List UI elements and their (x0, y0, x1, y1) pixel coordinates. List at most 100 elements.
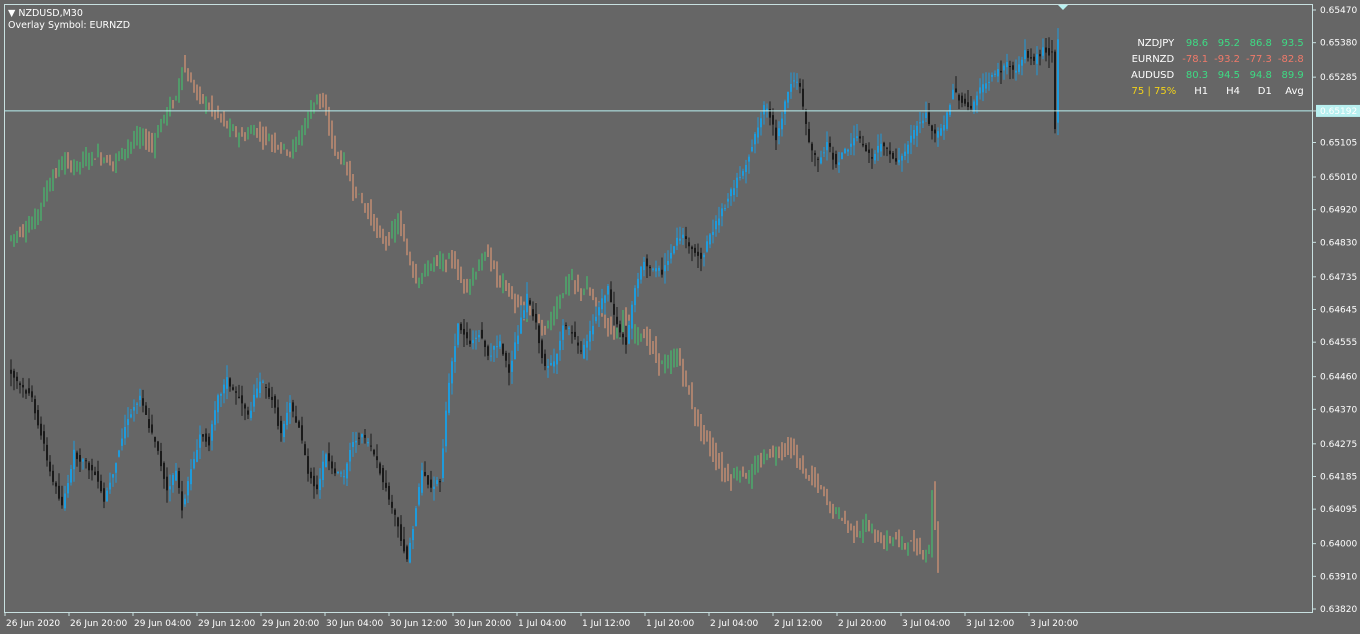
candle (73, 440, 75, 482)
candle (1039, 49, 1041, 66)
candle (13, 368, 15, 391)
x-tick-label: 30 Jun 04:00 (326, 619, 383, 629)
candle (238, 384, 240, 399)
candle-body (475, 337, 477, 340)
candle (568, 325, 570, 336)
candle-body (136, 403, 138, 405)
candle-body (973, 101, 975, 112)
candle-body (427, 475, 429, 485)
candle-body (799, 83, 801, 87)
candle (574, 321, 576, 340)
candle-body (547, 366, 549, 368)
candle (181, 480, 183, 519)
candle-body (832, 152, 834, 160)
candle (664, 253, 666, 284)
candle-body (325, 454, 327, 467)
candle (769, 101, 771, 126)
column-header-h1: H1 (1194, 86, 1209, 97)
candle (763, 101, 765, 125)
candle-body (355, 440, 357, 443)
candle-body (16, 376, 18, 382)
candle-body (661, 269, 663, 275)
candle-body (1024, 50, 1026, 60)
x-tick-label: 3 Jul 20:00 (1030, 619, 1079, 629)
candle-body (688, 242, 690, 247)
collapse-triangle-icon[interactable]: ▼ (8, 8, 15, 19)
candle (424, 461, 426, 477)
candle (385, 470, 387, 492)
candle (253, 384, 255, 412)
candle-body (142, 398, 144, 406)
candle (736, 172, 738, 197)
candle (415, 506, 417, 527)
candle-body (148, 419, 150, 429)
candle-body (397, 517, 399, 527)
candle-body (955, 88, 957, 93)
candle (550, 355, 552, 366)
candle (46, 437, 48, 467)
candle-body (550, 362, 552, 366)
candle-body (934, 129, 936, 134)
candle (244, 402, 246, 421)
candle-body (943, 124, 945, 131)
candle (37, 405, 39, 429)
candle-body (1009, 66, 1011, 68)
candle (256, 377, 258, 399)
candle-body (862, 143, 864, 146)
candle (901, 153, 903, 172)
candle (628, 320, 630, 345)
candle (301, 416, 303, 444)
candle-body (301, 425, 303, 441)
candle (613, 291, 615, 326)
candle-body (163, 462, 165, 479)
candle (1042, 38, 1044, 60)
chart-shift-marker[interactable] (1058, 5, 1068, 10)
candle (316, 475, 318, 495)
candle (973, 99, 975, 114)
candle-body (28, 388, 30, 394)
candle (19, 381, 21, 394)
x-tick-label: 1 Jul 04:00 (518, 619, 567, 629)
candle (289, 395, 291, 424)
candle-body (982, 84, 984, 93)
candle (496, 335, 498, 358)
candle (889, 142, 891, 163)
candle (835, 150, 837, 168)
candle-body (1015, 70, 1017, 73)
candle (814, 150, 816, 167)
candle-body (976, 95, 978, 106)
strength-value: 86.8 (1249, 38, 1272, 49)
candle-body (448, 382, 450, 413)
candle-body (580, 350, 582, 352)
candle (868, 142, 870, 164)
candle-body (127, 419, 129, 426)
candle-body (37, 409, 39, 426)
candle-body (433, 486, 435, 489)
candle (178, 467, 180, 494)
candle (487, 344, 489, 361)
candle (631, 301, 633, 340)
candle (526, 282, 528, 319)
candle-body (652, 268, 654, 270)
candle (580, 341, 582, 355)
candle (154, 436, 156, 448)
candle (340, 470, 342, 478)
candle (217, 393, 219, 424)
candle (799, 78, 801, 94)
candle-body (892, 152, 894, 159)
candle-body (859, 136, 861, 139)
candle (445, 401, 447, 453)
candle-body (820, 157, 822, 164)
x-tick-label: 29 Jun 20:00 (262, 619, 319, 629)
candle (343, 469, 345, 485)
candle (619, 320, 621, 338)
candle-body (901, 155, 903, 161)
candle-body (247, 410, 249, 415)
candle-body (1042, 47, 1044, 56)
candle (535, 302, 537, 330)
candle (955, 76, 957, 94)
candle-body (235, 391, 237, 393)
candle-body (916, 125, 918, 136)
candle (1048, 37, 1050, 68)
candle-body (874, 153, 876, 161)
